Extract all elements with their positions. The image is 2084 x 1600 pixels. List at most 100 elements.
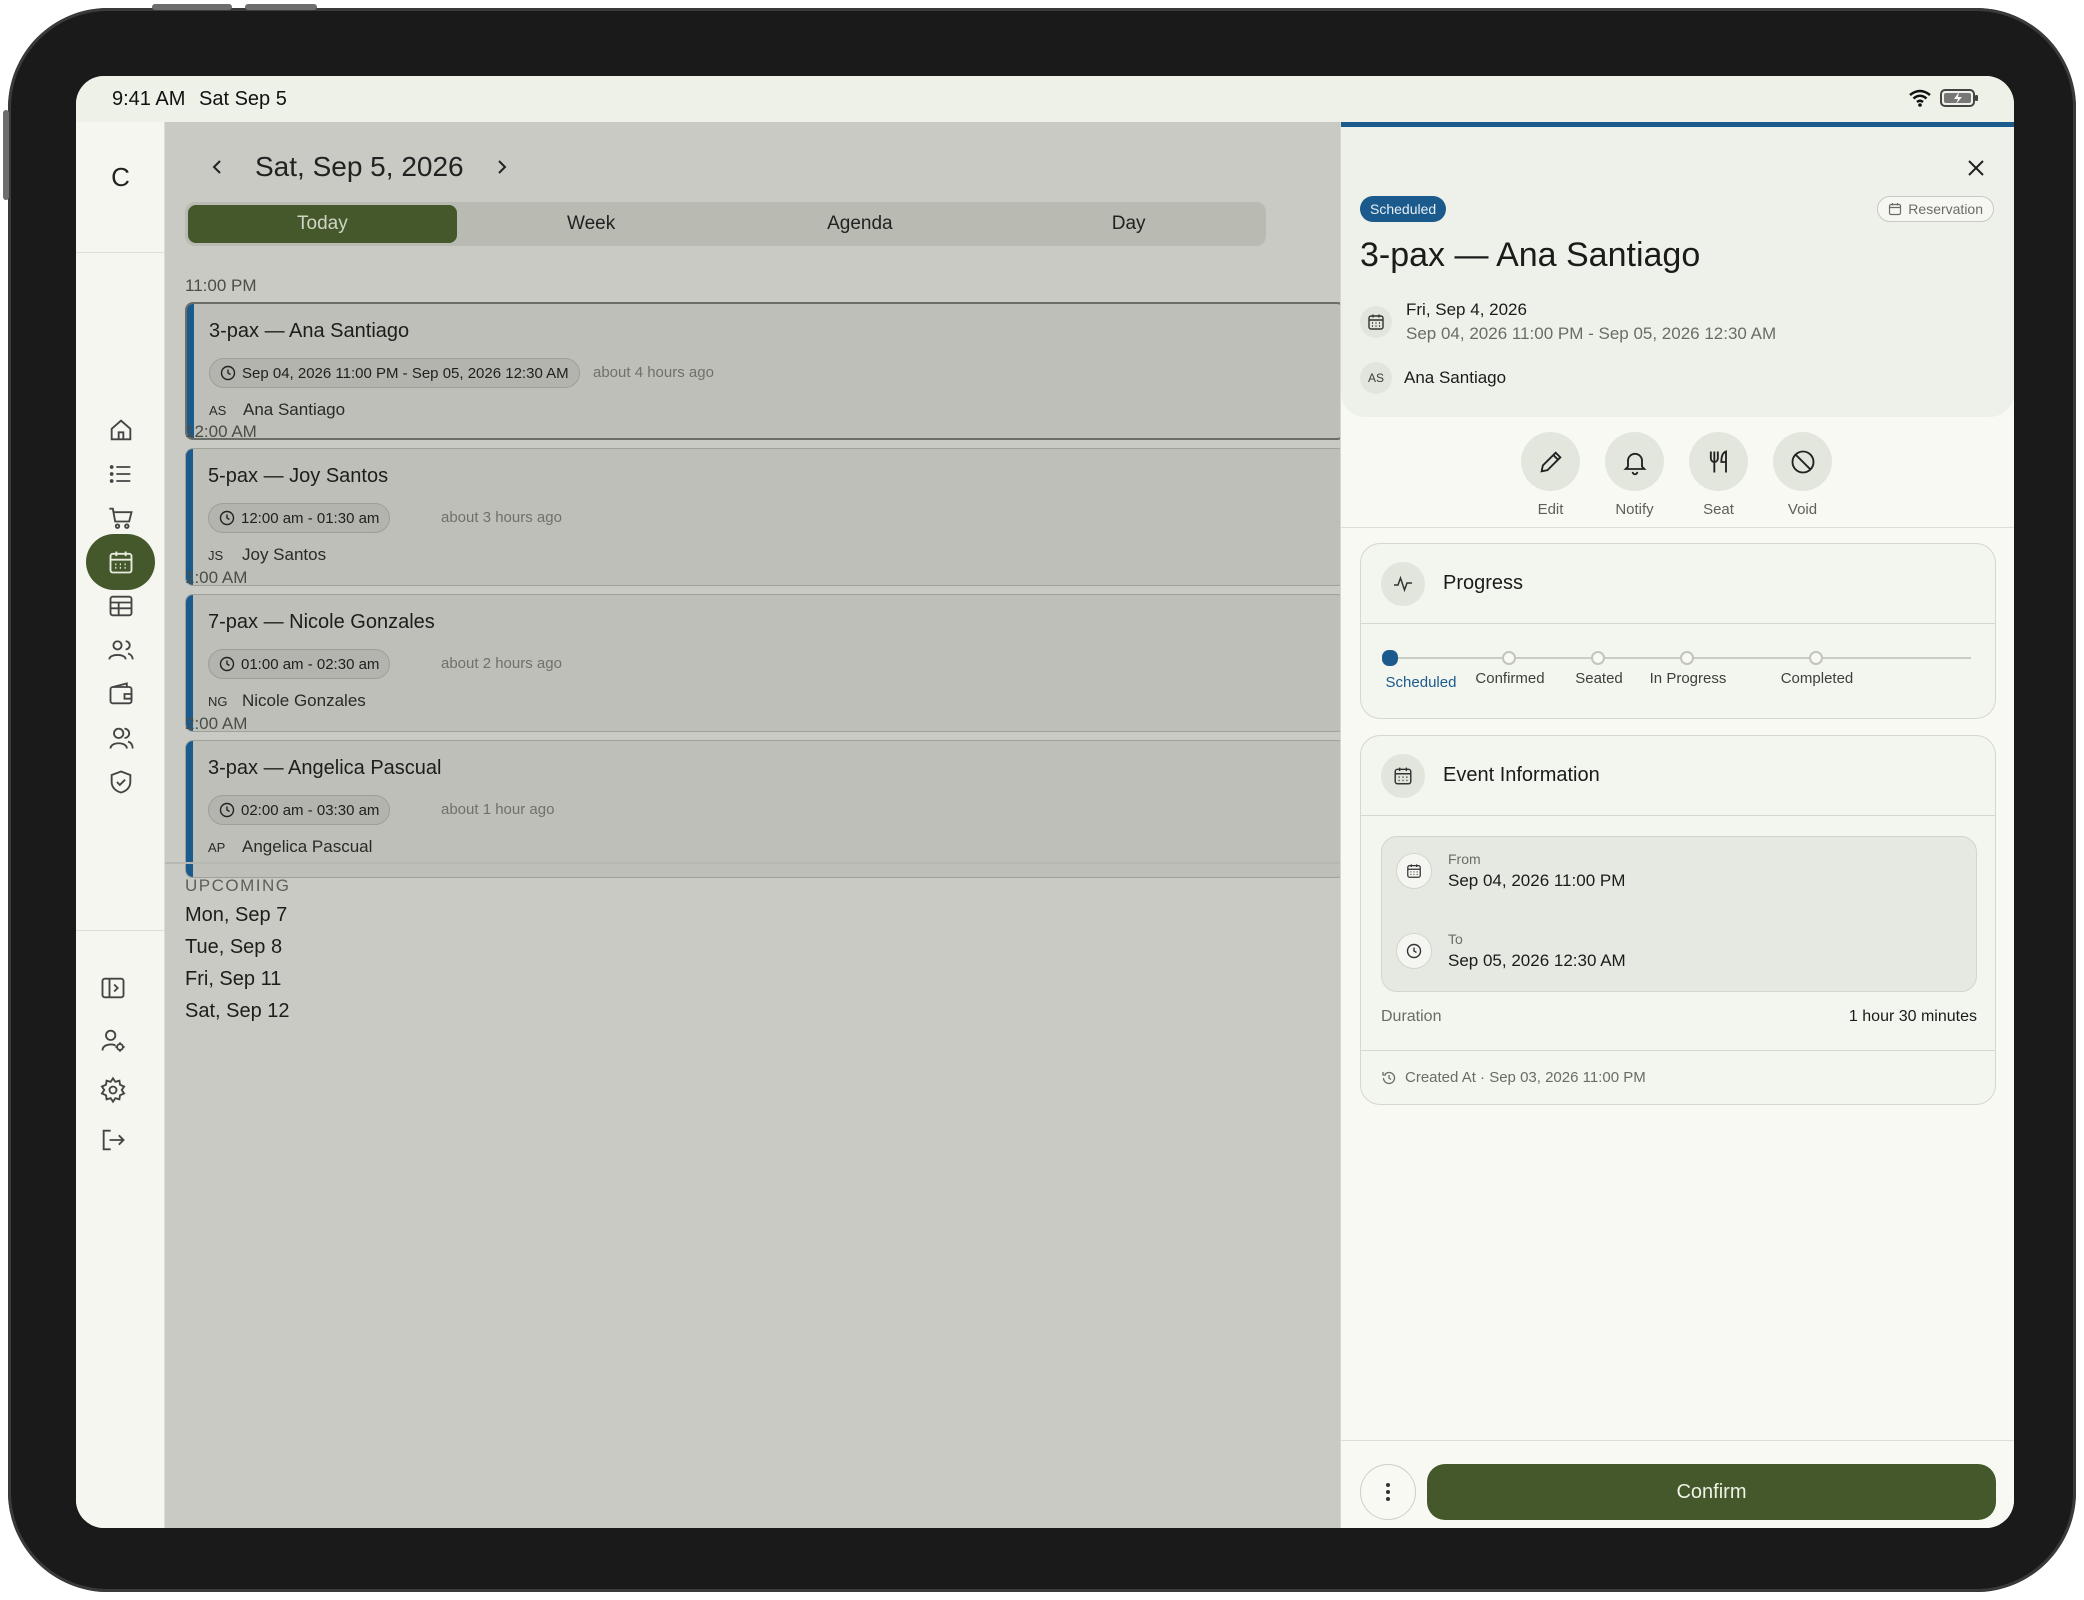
close-button[interactable] (1960, 152, 1992, 184)
event-title: 3-pax — Ana Santiago (209, 320, 410, 342)
calendar-icon (1396, 853, 1432, 889)
tab-week[interactable]: Week (457, 205, 726, 243)
chevron-left-icon (212, 160, 221, 174)
status-date: Sat Sep 5 (199, 88, 287, 110)
void-button[interactable]: Void (1773, 432, 1832, 518)
status-bar: 9:41 AM Sat Sep 5 (76, 76, 2014, 122)
event-time: 01:00 am - 02:30 am (241, 655, 380, 673)
seat-label: Seat (1703, 501, 1734, 518)
gear-icon[interactable] (78, 1062, 147, 1118)
guest-name: Angelica Pascual (242, 837, 373, 856)
event-card[interactable]: 7-pax — Nicole Gonzales 01:00 am - 02:30… (185, 594, 1345, 732)
shield-icon[interactable] (86, 754, 155, 810)
tab-today[interactable]: Today (188, 205, 457, 243)
event-card[interactable]: 3-pax — Angelica Pascual 02:00 am - 03:3… (185, 740, 1345, 878)
sidebar-toggle-icon[interactable] (78, 960, 147, 1016)
to-value: Sep 05, 2026 12:30 AM (1448, 951, 1626, 970)
upcoming-day[interactable]: Mon, Sep 7 (185, 904, 287, 927)
tab-day[interactable]: Day (994, 205, 1263, 243)
duration-row: Duration 1 hour 30 minutes (1381, 1008, 1977, 1026)
guest-name: Ana Santiago (1404, 368, 1507, 387)
upcoming-heading: UPCOMING (185, 876, 291, 895)
more-vertical-icon (1386, 1483, 1390, 1501)
from-value: Sep 04, 2026 11:00 PM (1448, 871, 1626, 890)
event-relative-time: about 2 hours ago (441, 655, 562, 672)
upcoming-day[interactable]: Sat, Sep 12 (185, 1000, 290, 1023)
guest-name: Nicole Gonzales (242, 691, 366, 710)
utensils-icon (1689, 432, 1748, 491)
notify-button[interactable]: Notify (1605, 432, 1664, 518)
event-card[interactable]: 3-pax — Ana Santiago Sep 04, 2026 11:00 … (185, 302, 1345, 440)
divider (1341, 1440, 2014, 1441)
pencil-icon (1521, 432, 1580, 491)
status-stripe (186, 741, 193, 877)
event-information-card: Event Information From Sep 04, 2026 11:0… (1360, 735, 1996, 1105)
duration-label: Duration (1381, 1008, 1442, 1025)
event-time-pill: Sep 04, 2026 11:00 PM - Sep 05, 2026 12:… (209, 358, 580, 388)
action-buttons: Edit Notify Seat Void (1521, 432, 1832, 518)
status-time: 9:41 AM (112, 88, 186, 110)
created-at-row: Created At · Sep 03, 2026 11:00 PM (1361, 1050, 1995, 1104)
reservation-date-range: Sep 04, 2026 11:00 PM - Sep 05, 2026 12:… (1406, 324, 1777, 343)
divider (165, 862, 1340, 864)
edit-button[interactable]: Edit (1521, 432, 1580, 518)
current-date-title: Sat, Sep 5, 2026 (255, 151, 464, 182)
guest-name: Joy Santos (242, 545, 327, 564)
avatar: AS (1360, 362, 1392, 394)
avatar-initials: NG (208, 693, 228, 709)
event-relative-time: about 4 hours ago (593, 364, 714, 381)
confirm-button[interactable]: Confirm (1427, 1464, 1996, 1520)
date-navigator: Sat, Sep 5, 2026 (201, 142, 518, 192)
logout-icon[interactable] (78, 1112, 147, 1168)
event-card[interactable]: 5-pax — Joy Santos 12:00 am - 01:30 am a… (185, 448, 1345, 586)
to-label: To (1448, 931, 1463, 947)
reservation-title: 3-pax — Ana Santiago (1360, 236, 1701, 274)
prev-day-button[interactable] (201, 150, 235, 184)
notify-label: Notify (1615, 501, 1654, 518)
progress-step-label: Completed (1780, 670, 1854, 687)
calendar-main: Sat, Sep 5, 2026 Today Week Agenda Day 1… (165, 122, 1345, 1528)
calendar-icon (1381, 753, 1425, 798)
event-relative-time: about 3 hours ago (441, 509, 562, 526)
calendar-icon (1360, 306, 1392, 338)
progress-step-dot (1591, 651, 1605, 665)
more-options-button[interactable] (1360, 1464, 1416, 1520)
edit-label: Edit (1537, 501, 1564, 518)
upcoming-day[interactable]: Fri, Sep 11 (185, 968, 281, 991)
nav-rail: C (76, 122, 165, 1528)
event-time-pill: 02:00 am - 03:30 am (208, 795, 391, 825)
progress-title: Progress (1443, 572, 1524, 594)
duration-value: 1 hour 30 minutes (1848, 1008, 1977, 1025)
divider (76, 252, 165, 253)
device-button (152, 4, 232, 10)
next-day-button[interactable] (484, 150, 518, 184)
upcoming-day[interactable]: Tue, Sep 8 (185, 936, 282, 959)
time-slot-label: 12:00 AM (185, 422, 257, 441)
bell-icon (1605, 432, 1664, 491)
progress-step-dot (1680, 651, 1694, 665)
reservation-detail-panel: Scheduled Reservation 3-pax — Ana Santia… (1340, 122, 2014, 1528)
ban-icon (1773, 432, 1832, 491)
status-badge: Scheduled (1360, 196, 1447, 222)
reservation-datetime: Fri, Sep 4, 2026 Sep 04, 2026 11:00 PM -… (1360, 300, 1776, 344)
tab-agenda[interactable]: Agenda (726, 205, 995, 243)
seat-button[interactable]: Seat (1689, 432, 1748, 518)
avatar-initials: AS (209, 402, 227, 418)
avatar-initials: AP (208, 839, 226, 855)
guest-row: AS Ana Santiago (1360, 362, 1506, 394)
event-time: Sep 04, 2026 11:00 PM - Sep 05, 2026 12:… (242, 364, 569, 382)
progress-step-label: In Progress (1649, 670, 1727, 687)
view-tabs: Today Week Agenda Day (185, 202, 1266, 246)
reservation-date: Fri, Sep 4, 2026 (1406, 300, 1527, 319)
guest-name: Ana Santiago (243, 400, 346, 419)
void-label: Void (1787, 501, 1818, 518)
type-badge: Reservation (1877, 196, 1994, 222)
from-label: From (1448, 851, 1481, 867)
activity-icon (1381, 561, 1425, 606)
clock-icon (219, 802, 235, 818)
event-time: 02:00 am - 03:30 am (241, 801, 380, 819)
battery-icon (1940, 88, 1980, 114)
user-settings-icon[interactable] (78, 1012, 147, 1068)
from-to-box: From Sep 04, 2026 11:00 PM To Sep 05, 20… (1381, 836, 1977, 992)
close-icon (1968, 160, 1984, 176)
